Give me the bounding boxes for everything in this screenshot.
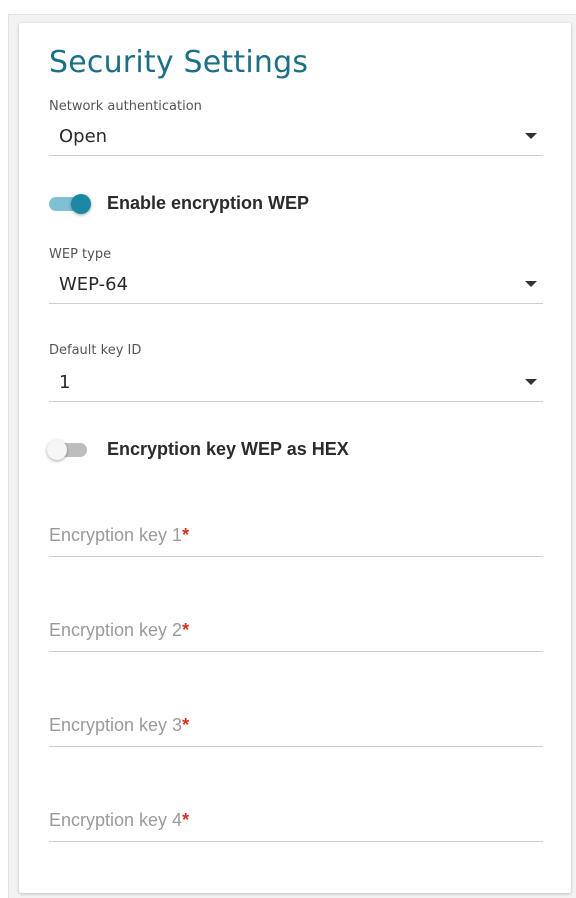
network-authentication-field: Network authentication Open (49, 99, 543, 165)
encryption-key-4-input[interactable] (49, 801, 543, 839)
section-title: Security Settings (49, 45, 309, 80)
hex-key-label: Encryption key WEP as HEX (107, 439, 349, 459)
wep-type-select[interactable]: WEP-64 (49, 269, 543, 304)
network-authentication-label: Network authentication (49, 99, 202, 114)
wep-type-field: WEP type WEP-64 (49, 247, 543, 313)
default-key-id-field: Default key ID 1 (49, 343, 543, 411)
enable-encryption-label: Enable encryption WEP (107, 193, 310, 213)
hex-key-row: Encryption key WEP as HEX (47, 436, 527, 464)
network-authentication-select[interactable]: Open (49, 121, 543, 156)
default-key-id-value: 1 (59, 372, 71, 393)
caret-down-icon (525, 133, 537, 139)
enable-encryption-toggle[interactable] (47, 194, 91, 214)
toggle-thumb (71, 194, 91, 214)
enable-encryption-row: Enable encryption WEP (47, 190, 527, 218)
encryption-key-4-field: Encryption key 4* (49, 801, 543, 842)
encryption-key-2-field: Encryption key 2* (49, 611, 543, 652)
caret-down-icon (525, 379, 537, 385)
encryption-key-1-input[interactable] (49, 516, 543, 554)
encryption-key-2-input[interactable] (49, 611, 543, 649)
encryption-key-3-input[interactable] (49, 706, 543, 744)
default-key-id-select[interactable]: 1 (49, 367, 543, 402)
caret-down-icon (525, 281, 537, 287)
encryption-key-1-field: Encryption key 1* (49, 516, 543, 557)
encryption-key-3-field: Encryption key 3* (49, 706, 543, 747)
wep-type-label: WEP type (49, 247, 112, 262)
wep-type-value: WEP-64 (59, 274, 129, 295)
security-settings-card: Security Settings Network authentication… (19, 23, 571, 893)
default-key-id-label: Default key ID (49, 343, 142, 358)
toggle-thumb (47, 440, 67, 460)
hex-key-toggle[interactable] (47, 440, 89, 460)
network-authentication-value: Open (59, 126, 108, 147)
